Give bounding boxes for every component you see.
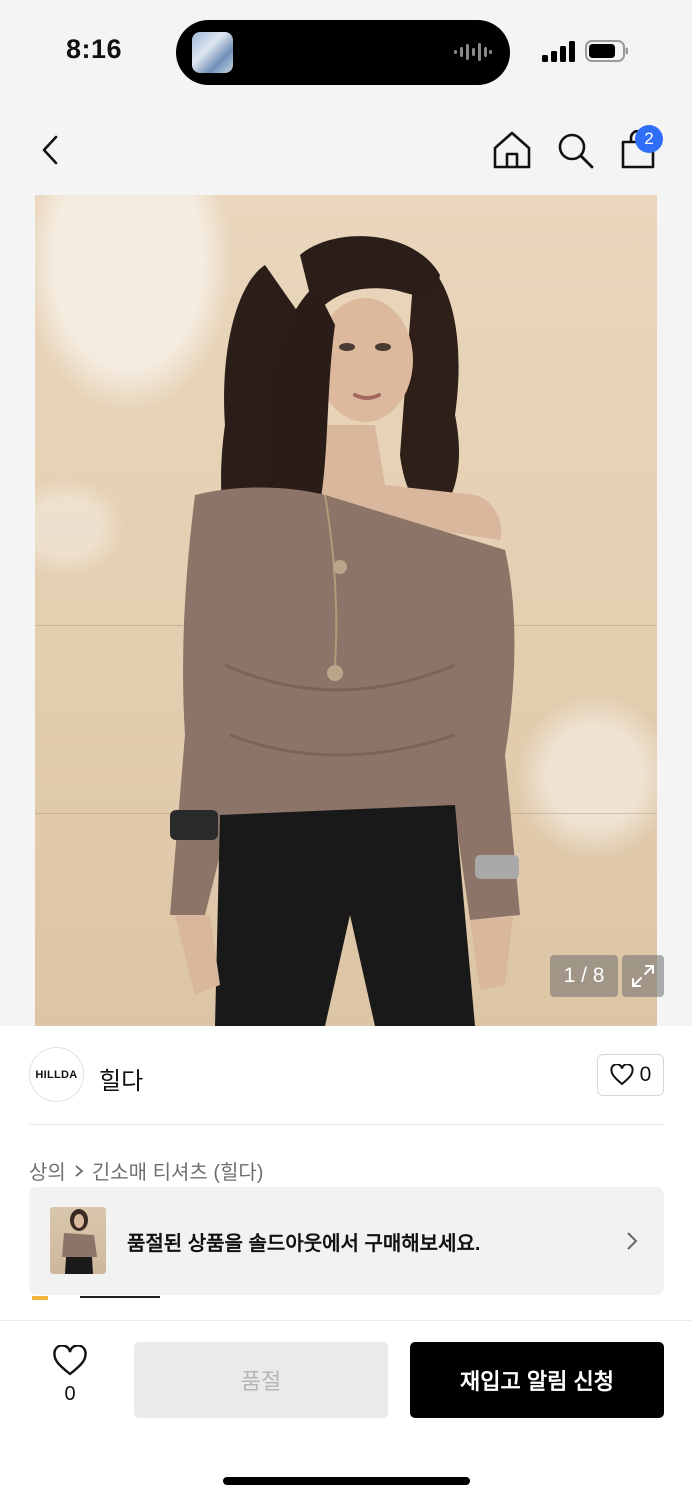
breadcrumb-product[interactable]: 긴소매 티셔츠 (힐다) [92,1156,264,1185]
restock-alert-button[interactable]: 재입고 알림 신청 [410,1342,664,1418]
wishlist-count: 0 [64,1383,76,1405]
brand-name[interactable]: 힐다 [99,1061,143,1096]
battery-icon [585,40,628,62]
breadcrumb-category[interactable]: 상의 [29,1156,66,1185]
heart-icon [610,1064,634,1086]
heart-icon [53,1345,87,1376]
status-time: 8:16 [66,34,123,64]
back-button[interactable] [28,128,72,172]
brand-like-count: 0 [639,1063,652,1086]
expand-icon [632,965,654,987]
brand-logo[interactable]: HILLDA [29,1047,84,1102]
product-image[interactable] [35,195,657,1026]
wishlist-button[interactable]: 0 [44,1345,96,1415]
divider [29,1124,664,1125]
home-icon [493,131,531,169]
now-playing-thumb [192,32,233,73]
signal-icon [542,41,575,62]
soldout-button[interactable]: 품절 [134,1342,388,1418]
partial-content [80,1296,160,1298]
chevron-right-icon [627,1232,638,1250]
image-counter: 1 / 8 [550,955,618,997]
model-photo [170,236,520,1026]
home-button[interactable] [490,128,534,172]
search-button[interactable] [553,128,597,172]
chevron-right-icon [75,1164,84,1177]
back-icon [42,135,58,165]
breadcrumb: 상의 긴소매 티셔츠 (힐다) [29,1156,263,1185]
dynamic-island[interactable] [176,20,510,85]
search-icon [558,133,594,169]
soldout-banner-text: 품절된 상품을 솔드아웃에서 구매해보세요. [127,1233,481,1255]
audio-wave-icon [454,43,492,61]
cart-count-badge: 2 [635,125,663,153]
soldout-banner[interactable]: 품절된 상품을 솔드아웃에서 구매해보세요. [29,1187,664,1295]
partial-content [32,1296,48,1300]
soldout-thumbnail [50,1207,106,1274]
home-indicator [223,1477,470,1485]
brand-like-button[interactable]: 0 [597,1054,664,1096]
expand-button[interactable] [622,955,664,997]
